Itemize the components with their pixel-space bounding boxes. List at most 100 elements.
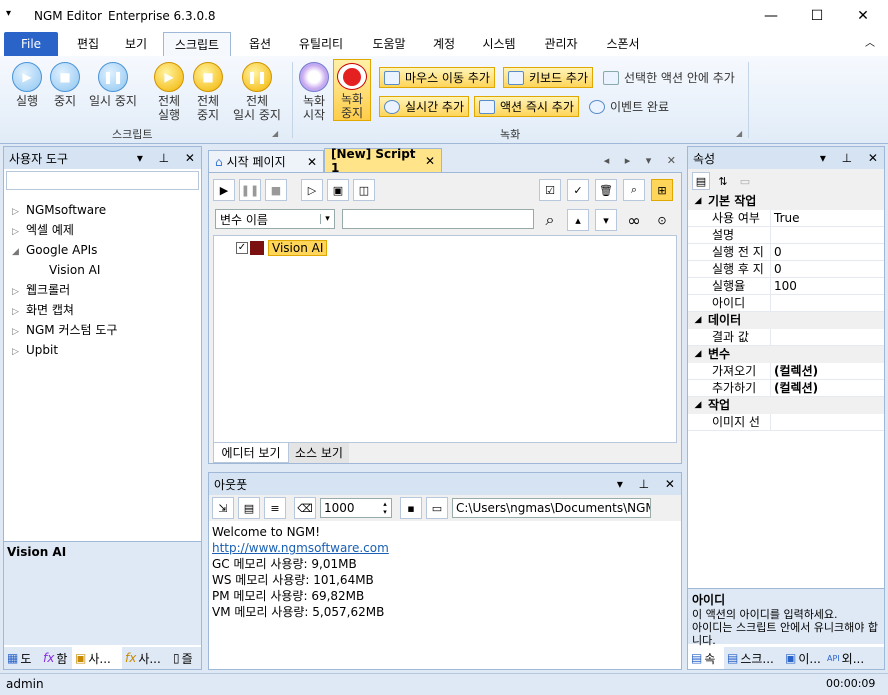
line-count-stepper[interactable]: 1000 ▴ ▾ (320, 498, 392, 518)
expand-icon[interactable]: ▷ (12, 322, 26, 342)
tree-item-capture[interactable]: ▷ 화면 캡쳐 (4, 300, 201, 320)
category-basic[interactable]: ◢ 기본 작업 (688, 193, 884, 210)
tab-admin[interactable]: 관리자 (535, 32, 587, 56)
property-row[interactable]: 설명 (688, 227, 884, 244)
tab-tools[interactable]: ▦ 도 (4, 647, 40, 669)
stop-icon[interactable]: ■ (265, 179, 287, 201)
category-task[interactable]: ◢ 작업 (688, 397, 884, 414)
tree-item-upbit[interactable]: ▷ Upbit (4, 340, 201, 360)
check-icon[interactable]: ✓ (567, 179, 589, 201)
collapse-icon[interactable]: ◢ (688, 312, 708, 329)
add-keyboard-button[interactable]: 키보드 추가 (503, 67, 594, 88)
add-in-selected-button[interactable]: 선택한 액션 안에 추가 (598, 67, 740, 88)
tree-item-google-apis[interactable]: ◢ Google APIs (4, 240, 201, 260)
category-variables[interactable]: ◢ 변수 (688, 346, 884, 363)
tab-script[interactable]: 스크립트 (163, 32, 231, 56)
tab-user-functions[interactable]: fx 사... (122, 647, 170, 669)
tab-nav-controls[interactable]: ◂ ▸ ▾ ✕ (604, 154, 682, 167)
loop-icon[interactable]: ∞ (623, 209, 645, 231)
checkbox[interactable]: ✓ (236, 242, 248, 254)
record-stop-button[interactable]: 녹화 중지 (333, 59, 371, 121)
quick-access-icon[interactable]: ▾ (6, 8, 11, 19)
script-node-vision-ai[interactable]: ✓ Vision AI (236, 240, 328, 256)
property-pages-icon[interactable]: ▭ (736, 172, 754, 190)
expand-icon[interactable]: ▷ (12, 302, 26, 322)
tab-sponsor[interactable]: 스폰서 (598, 32, 648, 56)
record-start-button[interactable]: 녹화 시작 (298, 62, 330, 122)
categorized-icon[interactable]: ▤ (692, 172, 710, 190)
collapse-icon[interactable]: ◢ (688, 397, 708, 414)
variable-select[interactable]: 변수 이름 ▾ (215, 209, 335, 229)
tab-view[interactable]: 보기 (114, 32, 158, 56)
tab-images[interactable]: ▣ 이... (782, 647, 824, 669)
tree-item-vision-ai[interactable]: Vision AI (4, 260, 201, 280)
close-button[interactable]: ✕ (840, 0, 886, 32)
collapse-icon[interactable]: ◢ (688, 193, 708, 210)
eraser-icon[interactable]: ⌫ (294, 497, 316, 519)
sort-alpha-icon[interactable]: ⇅ (714, 172, 732, 190)
tab-account[interactable]: 계정 (422, 32, 466, 56)
play-icon[interactable]: ▶ (213, 179, 235, 201)
pause-button[interactable]: ❚❚ 일시 중지 (84, 62, 142, 108)
move-up-icon[interactable]: ▴ (567, 209, 589, 231)
tab-start-page[interactable]: ⌂ 시작 페이지 ✕ (208, 150, 324, 172)
dialog-launcher-icon[interactable]: ◢ (736, 129, 742, 138)
tab-user[interactable]: ▣ 사... (72, 647, 122, 669)
tree-item-ngmsoftware[interactable]: ▷ NGMsoftware (4, 200, 201, 220)
check-all-icon[interactable]: ☑ (539, 179, 561, 201)
property-row[interactable]: 아이디 (688, 295, 884, 312)
property-row[interactable]: 추가하기 (컬렉션) (688, 380, 884, 397)
folder-icon[interactable]: ▭ (426, 497, 448, 519)
add-action-now-button[interactable]: 액션 즉시 추가 (474, 96, 579, 117)
pause-icon[interactable]: ❚❚ (239, 179, 261, 201)
tab-script-1[interactable]: [New] Script 1 ✕ (324, 147, 442, 175)
collapse-icon[interactable]: ◢ (12, 242, 26, 262)
stop-button[interactable]: ■ 중지 (46, 62, 84, 108)
property-row[interactable]: 실행 전 지0 (688, 244, 884, 261)
auto-scroll-icon[interactable]: ⇲ (212, 497, 234, 519)
dialog-launcher-icon[interactable]: ◢ (272, 129, 278, 138)
minimize-button[interactable]: — (748, 0, 794, 32)
delete-icon[interactable]: 🗑 (595, 179, 617, 201)
search-icon[interactable]: ⌕ (539, 209, 561, 231)
run-all-button[interactable]: ▶ 전체 실행 (150, 62, 188, 122)
tree-view-icon[interactable]: ⊞ (651, 179, 673, 201)
expand-icon[interactable]: ▷ (12, 282, 26, 302)
add-mouse-move-button[interactable]: 마우스 이동 추가 (379, 67, 495, 88)
more-icon[interactable]: ⊙ (651, 209, 673, 231)
tab-scripts[interactable]: ▤ 스크... (724, 647, 782, 669)
expand-icon[interactable]: ▷ (12, 342, 26, 362)
collapse-ribbon-icon[interactable]: ︿ (860, 32, 880, 56)
property-row[interactable]: 이미지 선 (688, 414, 884, 431)
maximize-button[interactable]: ☐ (794, 0, 840, 32)
log-path-field[interactable]: C:\Users\ngmas\Documents\NGM6\ (452, 498, 651, 518)
tab-options[interactable]: 옵션 (238, 32, 282, 56)
tab-external-api[interactable]: API 외... (824, 647, 874, 669)
tab-file[interactable]: File (4, 32, 58, 56)
log-link[interactable]: http://www.ngmsoftware.com (212, 540, 678, 556)
property-row[interactable]: 가져오기 (컬렉션) (688, 363, 884, 380)
tab-functions[interactable]: fx 함 (40, 647, 72, 669)
tool-search-input[interactable] (6, 171, 199, 190)
expand-icon[interactable]: ▷ (12, 202, 26, 222)
run-frame-icon[interactable]: ◫ (353, 179, 375, 201)
chevron-down-icon[interactable]: ▾ (320, 214, 334, 224)
property-row[interactable]: 결과 값 (688, 329, 884, 346)
tab-help[interactable]: 도움말 (362, 32, 416, 56)
collapse-icon[interactable]: ◢ (688, 346, 708, 363)
property-row[interactable]: 사용 여부 True (688, 210, 884, 227)
tab-properties[interactable]: ▤ 속 (688, 647, 724, 669)
tab-system[interactable]: 시스템 (474, 32, 524, 56)
step-run-icon[interactable]: ▷ (301, 179, 323, 201)
panel-controls[interactable]: ▾ ⊥ ✕ (820, 151, 884, 165)
tree-item-excel[interactable]: ▷ 엑셀 예제 (4, 220, 201, 240)
list-icon[interactable]: ≡ (264, 497, 286, 519)
variable-value-input[interactable] (342, 209, 534, 229)
save-icon[interactable]: ▪ (400, 497, 422, 519)
add-realtime-button[interactable]: 실시간 추가 (379, 96, 470, 117)
tree-item-custom-tools[interactable]: ▷ NGM 커스텀 도구 (4, 320, 201, 340)
tab-utility[interactable]: 유틸리티 (288, 32, 354, 56)
tab-edit[interactable]: 편집 (66, 32, 110, 56)
panel-controls[interactable]: ▾ ⊥ ✕ (617, 477, 681, 491)
tree-item-crawler[interactable]: ▷ 웹크롤러 (4, 280, 201, 300)
